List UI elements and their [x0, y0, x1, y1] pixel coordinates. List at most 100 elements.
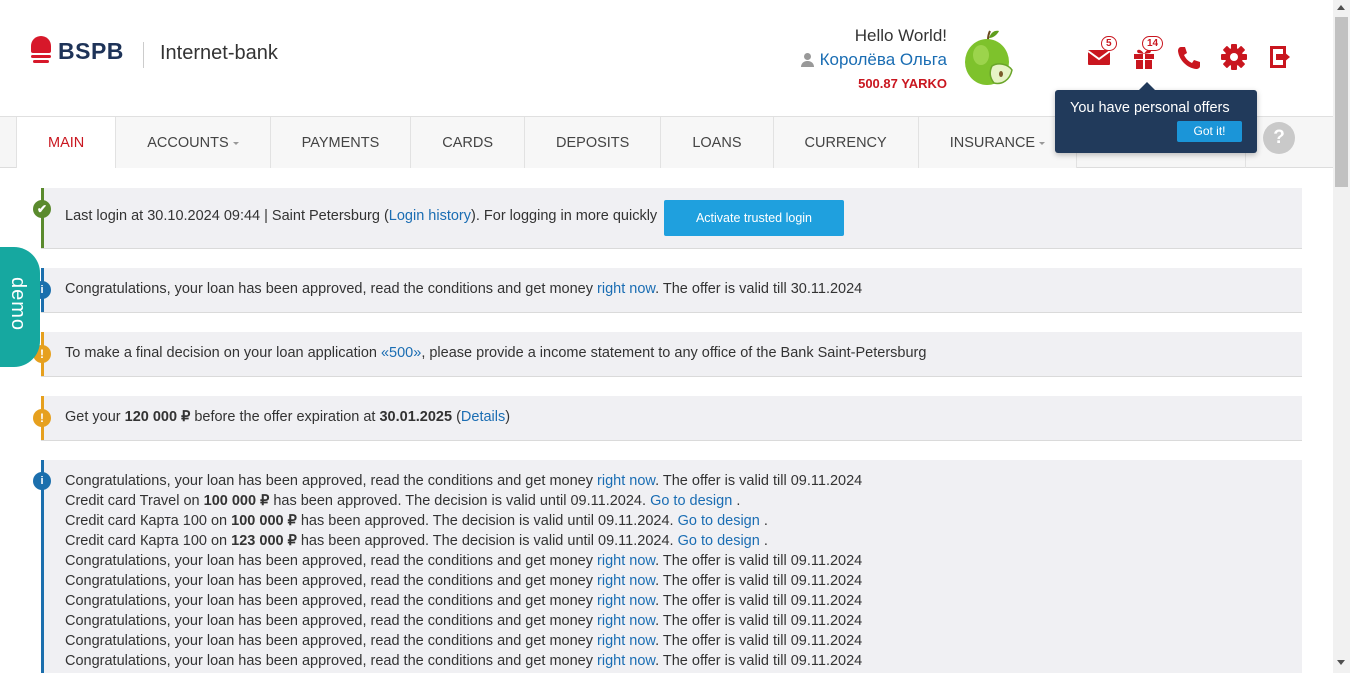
scrollbar-thumb[interactable]: [1335, 17, 1348, 187]
scroll-up-arrow-icon[interactable]: [1337, 5, 1345, 10]
offer-line-amount: 123 000 ₽: [231, 533, 297, 549]
mail-button[interactable]: 5: [1083, 36, 1117, 72]
offers-list-notice: i Congratulations, your loan has been ap…: [33, 460, 1302, 673]
details-link[interactable]: Details: [461, 409, 505, 425]
offer-line-suffix: .: [759, 513, 768, 529]
loan-offer-line: Congratulations, your loan has been appr…: [65, 471, 862, 491]
bspb-logo[interactable]: BSPB: [30, 36, 124, 66]
phone-icon: [1178, 47, 1200, 69]
offer-line-prefix: Congratulations, your loan has been appr…: [65, 633, 598, 649]
logout-icon: [1270, 46, 1290, 68]
last-login-text: Last login at 30.10.2024 09:44 | Saint P…: [65, 208, 657, 224]
offer-open: (: [452, 409, 461, 425]
login-suffix: ). For logging in more quickly: [471, 208, 658, 224]
phone-button[interactable]: [1173, 40, 1203, 72]
offer-line-suffix: . The offer is valid till 09.11.2024: [655, 573, 863, 589]
offer-line-middle: has been approved. The decision is valid…: [269, 493, 651, 509]
header-icons: 5 14: [1083, 36, 1308, 72]
nav-payments-label: PAYMENTS: [301, 134, 380, 151]
greeting: Hello World!: [854, 26, 947, 45]
scroll-down-arrow-icon[interactable]: [1337, 660, 1345, 665]
notice-stripe: [41, 460, 44, 673]
bank-name: Internet-bank: [160, 42, 278, 64]
help-button[interactable]: ?: [1263, 122, 1295, 154]
right-now-link[interactable]: right now: [597, 593, 655, 609]
card-offer-line: Credit card Карта 100 on 100 000 ₽ has b…: [65, 511, 862, 531]
nav-accounts[interactable]: ACCOUNTS: [116, 117, 271, 168]
loan-offer-line: Congratulations, your loan has been appr…: [65, 631, 862, 651]
right-now-link[interactable]: right now: [597, 473, 655, 489]
offer-middle: before the offer expiration at: [190, 409, 380, 425]
check-icon: ✔: [33, 200, 51, 218]
offer-line-prefix: Credit card Travel on: [65, 493, 204, 509]
offer-line-suffix: . The offer is valid till 09.11.2024: [655, 613, 863, 629]
nav-loans[interactable]: LOANS: [661, 117, 774, 168]
nav-accounts-label: ACCOUNTS: [147, 134, 229, 151]
offer-text: Get your 120 000 ₽ before the offer expi…: [65, 409, 510, 425]
nav-cards[interactable]: CARDS: [411, 117, 526, 168]
offer-line-amount: 100 000 ₽: [231, 513, 297, 529]
logo-divider: [143, 42, 144, 68]
right-now-link[interactable]: right now: [597, 633, 655, 649]
login-history-link[interactable]: Login history: [389, 208, 471, 224]
gifts-button[interactable]: 14: [1128, 36, 1164, 72]
offer-line-suffix: . The offer is valid till 09.11.2024: [655, 593, 863, 609]
offer-line-suffix: .: [759, 533, 768, 549]
income-prefix: To make a final decision on your loan ap…: [65, 345, 381, 361]
go-to-design-link[interactable]: Go to design: [650, 493, 732, 509]
offer-line-suffix: . The offer is valid till 09.11.2024: [655, 633, 863, 649]
user-icon: [800, 53, 814, 67]
offer-amount: 120 000 ₽: [124, 409, 191, 425]
go-to-design-link[interactable]: Go to design: [678, 533, 760, 549]
offers-list: Congratulations, your loan has been appr…: [65, 471, 862, 671]
right-now-link[interactable]: right now: [597, 553, 655, 569]
offer-line-prefix: Congratulations, your loan has been appr…: [65, 613, 598, 629]
loan-application-link[interactable]: «500»: [381, 345, 421, 361]
activate-trusted-login-button[interactable]: Activate trusted login: [664, 200, 844, 236]
loan-offer-line: Congratulations, your loan has been appr…: [65, 651, 862, 671]
loan-approved-text: Congratulations, your loan has been appr…: [65, 281, 862, 297]
card-offer-line: Credit card Карта 100 on 123 000 ₽ has b…: [65, 531, 862, 551]
nav-deposits-label: DEPOSITS: [556, 134, 630, 151]
warning-icon: !: [33, 409, 51, 427]
green-apple-icon[interactable]: [962, 28, 1016, 88]
offer-line-suffix: .: [732, 493, 741, 509]
nav-insurance[interactable]: INSURANCE: [918, 117, 1078, 168]
right-now-link[interactable]: right now: [597, 573, 655, 589]
user-profile-link[interactable]: Королёва Ольга: [800, 46, 947, 74]
offer-line-suffix: . The offer is valid till 09.11.2024: [655, 473, 863, 489]
nav-payments[interactable]: PAYMENTS: [270, 117, 412, 168]
income-statement-notice: ! To make a final decision on your loan …: [33, 332, 1302, 377]
nav-insurance-label: INSURANCE: [949, 134, 1036, 151]
offer-date: 30.01.2025: [379, 409, 453, 425]
offer-line-amount: 100 000 ₽: [203, 493, 270, 509]
offer-line-middle: has been approved. The decision is valid…: [296, 513, 678, 529]
right-now-link[interactable]: right now: [597, 613, 655, 629]
nav-currency[interactable]: CURRENCY: [773, 117, 919, 168]
loan-prefix: Congratulations, your loan has been appr…: [65, 281, 598, 297]
nav-cards-label: CARDS: [442, 134, 494, 151]
demo-tab[interactable]: demo: [0, 247, 40, 367]
loan-approved-notice: i Congratulations, your loan has been ap…: [33, 268, 1302, 313]
card-offer-line: Credit card Travel on 100 000 ₽ has been…: [65, 491, 862, 511]
offer-line-prefix: Congratulations, your loan has been appr…: [65, 653, 598, 669]
right-now-link[interactable]: right now: [597, 653, 655, 669]
gift-count-badge: 14: [1142, 36, 1164, 51]
loan-offer-line: Congratulations, your loan has been appr…: [65, 551, 862, 571]
got-it-button[interactable]: Got it!: [1177, 121, 1242, 142]
settings-button[interactable]: [1218, 40, 1248, 72]
nav-deposits[interactable]: DEPOSITS: [525, 117, 662, 168]
go-to-design-link[interactable]: Go to design: [678, 513, 760, 529]
logout-button[interactable]: [1263, 40, 1293, 72]
logo-text: BSPB: [58, 37, 124, 64]
user-name: Королёва Ольга: [819, 50, 947, 69]
offer-expiration-notice: ! Get your 120 000 ₽ before the offer ex…: [33, 396, 1302, 441]
bonus-balance[interactable]: 500.87 YARKO: [801, 74, 947, 94]
offer-line-prefix: Congratulations, your loan has been appr…: [65, 473, 598, 489]
vertical-scrollbar[interactable]: [1333, 0, 1350, 673]
nav-main[interactable]: MAIN: [16, 117, 117, 168]
right-now-link[interactable]: right now: [597, 281, 655, 297]
offer-line-suffix: . The offer is valid till 09.11.2024: [655, 653, 863, 669]
tooltip-text: You have personal offers: [1070, 100, 1230, 116]
loan-suffix: . The offer is valid till 30.11.2024: [655, 281, 863, 297]
